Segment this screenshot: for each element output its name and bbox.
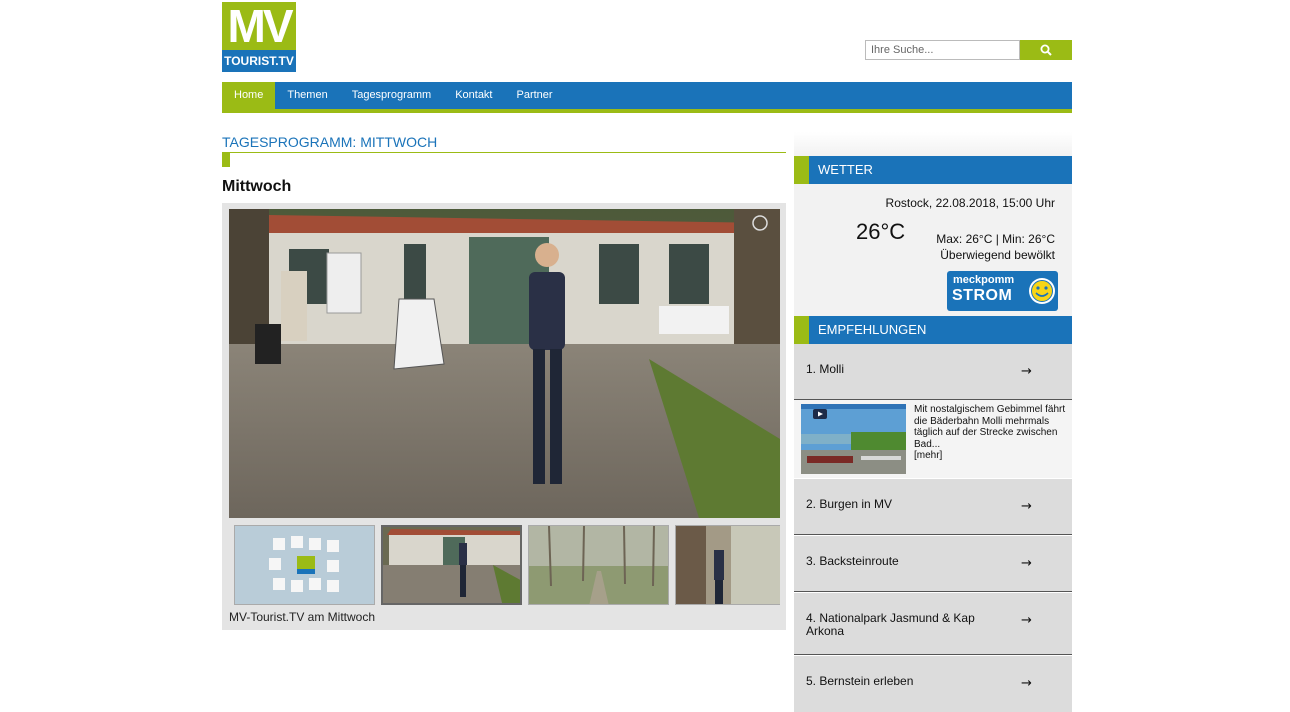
recommendation-item[interactable]: 2. Burgen in MV → <box>794 479 1072 535</box>
recommendations-header: EMPFEHLUNGEN <box>794 316 1072 344</box>
search-form <box>865 40 1072 60</box>
nav-item-tagesprogramm[interactable]: Tagesprogramm <box>340 82 443 109</box>
recommendation-label: 5. Bernstein erleben <box>806 674 914 688</box>
recommendation-description: Mit nostalgischem Gebimmel fährt die Bäd… <box>914 404 1066 462</box>
nav-item-partner[interactable]: Partner <box>505 82 565 109</box>
nav-green-stripe <box>222 109 1072 113</box>
weather-description: Überwiegend bewölkt <box>940 248 1055 262</box>
sponsor-face-icon <box>1029 278 1055 304</box>
recommendation-label: 4. Nationalpark Jasmund & Kap Arkona <box>806 611 975 638</box>
read-more-link[interactable]: [mehr] <box>914 450 1066 462</box>
recommendation-item[interactable]: 3. Backsteinroute → <box>794 536 1072 592</box>
section-marker <box>222 152 230 167</box>
recommendation-item[interactable]: 1. Molli → <box>794 344 1072 400</box>
logo-tourist-tv-text: TOURIST.TV <box>222 50 296 72</box>
site-logo[interactable]: MV TOURIST.TV <box>222 2 296 74</box>
recommendation-label: 3. Backsteinroute <box>806 554 899 568</box>
weather-temperature: 26°C <box>856 219 906 244</box>
section-divider <box>222 152 786 153</box>
thumbnail-image <box>676 526 780 604</box>
arrow-right-icon: → <box>1021 613 1032 628</box>
sidebar-shadow <box>794 132 1072 156</box>
nav-item-home[interactable]: Home <box>222 82 276 109</box>
weather-widget: Rostock, 22.08.2018, 15:00 Uhr 26°C Max:… <box>794 184 1072 316</box>
arrow-right-icon: → <box>1021 556 1032 571</box>
video-frame[interactable] <box>229 209 780 518</box>
thumbnail-image <box>529 526 668 604</box>
sponsor-line1: meckpomm <box>953 274 1015 286</box>
nav-item-themen[interactable]: Themen <box>275 82 339 109</box>
recommendation-item[interactable]: 4. Nationalpark Jasmund & Kap Arkona → <box>794 593 1072 655</box>
video-player: MV-Tourist.TV am Mittwoch <box>222 203 786 630</box>
arrow-right-icon: → <box>1021 499 1032 514</box>
play-video-icon <box>813 409 827 419</box>
video-thumbnail[interactable] <box>675 525 780 605</box>
logo-mv-text: MV <box>222 2 296 50</box>
weather-minmax: Max: 26°C | Min: 26°C <box>936 232 1055 246</box>
section-title: TAGESPROGRAMM: MITTWOCH <box>222 134 438 150</box>
recommendation-item[interactable]: 5. Bernstein erleben → <box>794 656 1072 712</box>
thumbnail-image <box>383 527 520 603</box>
sponsor-logo[interactable]: meckpomm STROM <box>947 271 1058 311</box>
recommendation-thumbnail[interactable] <box>801 404 906 474</box>
arrow-right-icon: → <box>1021 364 1032 379</box>
search-icon <box>1040 44 1052 56</box>
video-thumbnail-active[interactable] <box>381 525 522 605</box>
recommendation-excerpt: Mit nostalgischem Gebimmel fährt die Bäd… <box>914 404 1066 450</box>
video-thumbnail[interactable] <box>234 525 375 605</box>
weather-location: Rostock, 22.08.2018, 15:00 Uhr <box>885 196 1055 210</box>
weather-header: WETTER <box>794 156 1072 184</box>
page-title: Mittwoch <box>222 178 292 195</box>
recommendation-label: 2. Burgen in MV <box>806 497 893 511</box>
nav-item-kontakt[interactable]: Kontakt <box>443 82 504 109</box>
arrow-right-icon: → <box>1021 676 1032 691</box>
thumbnail-image <box>235 526 374 604</box>
search-input[interactable] <box>865 40 1020 60</box>
player-caption: MV-Tourist.TV am Mittwoch <box>229 610 376 624</box>
recommendation-preview: Mit nostalgischem Gebimmel fährt die Bäd… <box>794 400 1072 478</box>
recommendation-label: 1. Molli <box>806 362 845 376</box>
search-button[interactable] <box>1020 40 1072 60</box>
main-nav: Home Themen Tagesprogramm Kontakt Partne… <box>222 82 1072 109</box>
video-still-image <box>229 209 780 518</box>
video-thumbnail[interactable] <box>528 525 669 605</box>
sponsor-line2: STROM <box>952 287 1013 304</box>
video-thumbnail-strip <box>234 525 780 607</box>
